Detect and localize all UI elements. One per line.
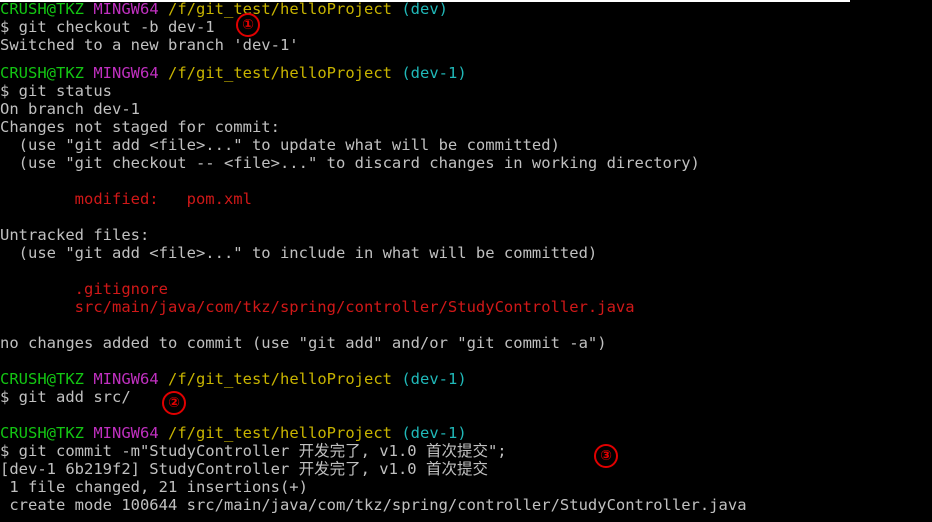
untracked-hint: (use "git add <file>..." to include in w…: [0, 244, 598, 262]
prompt-line-3: CRUSH@TKZ MINGW64 /f/git_test/helloProje…: [0, 370, 467, 388]
annotation-marker-2: ②: [162, 391, 186, 415]
output-line: (use "git add <file>..." to update what …: [0, 136, 560, 154]
status-summary: no changes added to commit (use "git add…: [0, 334, 607, 352]
untracked-file-line: src/main/java/com/tkz/spring/controller/…: [0, 298, 635, 316]
branch-label: (dev-1): [401, 424, 467, 442]
cwd-path: /f/git_test/helloProject: [168, 0, 392, 18]
output-line: Switched to a new branch 'dev-1': [0, 36, 299, 54]
output-line: [dev-1 6b219f2] StudyController 开发完了, v1…: [0, 460, 488, 478]
annotation-marker-1: ①: [236, 13, 260, 37]
user-host: CRUSH@TKZ: [0, 370, 84, 388]
env-label: MINGW64: [93, 64, 159, 82]
env-label: MINGW64: [93, 0, 159, 18]
untracked-header: Untracked files:: [0, 226, 150, 244]
command-line-4: $ git commit -m"StudyController 开发完了, v1…: [0, 442, 507, 460]
prompt-line-1: CRUSH@TKZ MINGW64 /f/git_test/helloProje…: [0, 0, 448, 18]
output-line: create mode 100644 src/main/java/com/tkz…: [0, 496, 747, 514]
env-label: MINGW64: [93, 424, 159, 442]
output-line: Changes not staged for commit:: [0, 118, 280, 136]
command-line-3: $ git add src/: [0, 388, 131, 406]
annotation-marker-3: ③: [594, 444, 618, 468]
output-line: (use "git checkout -- <file>..." to disc…: [0, 154, 700, 172]
command-line-2: $ git status: [0, 82, 112, 100]
branch-label: (dev-1): [401, 370, 467, 388]
terminal-window[interactable]: CRUSH@TKZ MINGW64 /f/git_test/helloProje…: [0, 0, 932, 522]
user-host: CRUSH@TKZ: [0, 424, 84, 442]
user-host: CRUSH@TKZ: [0, 0, 84, 18]
user-host: CRUSH@TKZ: [0, 64, 84, 82]
cwd-path: /f/git_test/helloProject: [168, 370, 392, 388]
prompt-line-2: CRUSH@TKZ MINGW64 /f/git_test/helloProje…: [0, 64, 467, 82]
modified-file-line: modified: pom.xml: [0, 190, 252, 208]
cwd-path: /f/git_test/helloProject: [168, 424, 392, 442]
output-line: On branch dev-1: [0, 100, 140, 118]
cwd-path: /f/git_test/helloProject: [168, 64, 392, 82]
output-line: 1 file changed, 21 insertions(+): [0, 478, 308, 496]
prompt-line-4: CRUSH@TKZ MINGW64 /f/git_test/helloProje…: [0, 424, 467, 442]
env-label: MINGW64: [93, 370, 159, 388]
untracked-file-line: .gitignore: [0, 280, 168, 298]
branch-label: (dev): [401, 0, 448, 18]
branch-label: (dev-1): [401, 64, 467, 82]
command-line-1: $ git checkout -b dev-1: [0, 18, 215, 36]
